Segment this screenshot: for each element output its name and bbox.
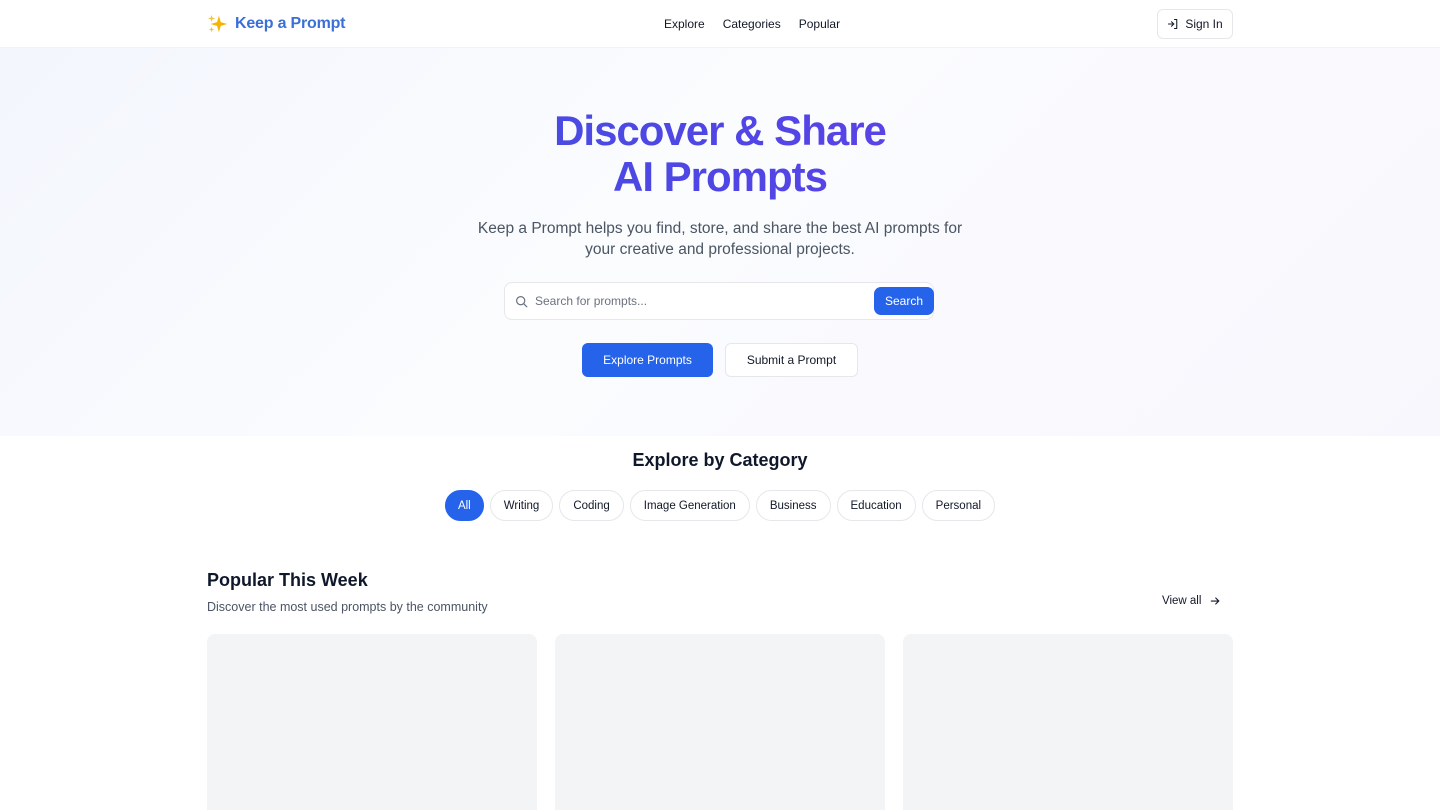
- popular-section-title: Popular This Week: [207, 570, 368, 590]
- nav-explore[interactable]: Explore: [664, 17, 705, 31]
- sparkles-icon: [207, 14, 228, 33]
- view-all-link[interactable]: View all: [1162, 595, 1221, 607]
- logo[interactable]: Keep a Prompt: [207, 13, 346, 35]
- category-chips: All Writing Coding Image Generation Busi…: [0, 490, 1440, 521]
- category-chip-business[interactable]: Business: [755, 490, 831, 521]
- search-input[interactable]: [535, 283, 865, 319]
- nav-categories[interactable]: Categories: [723, 17, 781, 31]
- hero-title: Discover & Share AI Prompts: [0, 108, 1440, 200]
- sign-in-button[interactable]: Sign In: [1157, 9, 1233, 39]
- main-nav: Explore Categories Popular: [664, 17, 840, 31]
- submit-prompt-button[interactable]: Submit a Prompt: [725, 343, 858, 377]
- search-button[interactable]: Search: [874, 287, 934, 315]
- prompt-card-placeholder[interactable]: [903, 634, 1233, 810]
- nav-popular[interactable]: Popular: [799, 17, 840, 31]
- explore-prompts-button[interactable]: Explore Prompts: [582, 343, 713, 377]
- search-bar: Search: [504, 282, 934, 320]
- hero-title-line1: Discover & Share: [554, 107, 886, 154]
- sign-in-label: Sign In: [1185, 17, 1223, 31]
- hero-subtitle: Keep a Prompt helps you find, store, and…: [477, 220, 963, 258]
- category-chip-writing[interactable]: Writing: [489, 490, 554, 521]
- arrow-right-icon: [1211, 597, 1220, 605]
- category-chip-education[interactable]: Education: [836, 490, 916, 521]
- category-chip-personal[interactable]: Personal: [921, 490, 996, 521]
- popular-section-subtitle: Discover the most used prompts by the co…: [207, 600, 488, 614]
- prompt-card-placeholder[interactable]: [555, 634, 885, 810]
- logo-text: Keep a Prompt: [235, 15, 346, 32]
- category-section-title: Explore by Category: [632, 450, 808, 470]
- hero-title-line2: AI Prompts: [612, 153, 828, 200]
- category-chip-all[interactable]: All: [444, 490, 484, 521]
- hero-section: Discover & Share AI Prompts Keep a Promp…: [0, 48, 1440, 436]
- category-chip-coding[interactable]: Coding: [559, 490, 624, 521]
- sign-in-icon: [1168, 18, 1178, 30]
- category-chip-image-generation[interactable]: Image Generation: [629, 490, 750, 521]
- site-header: Keep a Prompt Explore Categories Popular…: [0, 0, 1440, 48]
- search-icon: [516, 296, 528, 308]
- prompt-card-placeholder[interactable]: [207, 634, 537, 810]
- view-all-label: View all: [1162, 595, 1202, 607]
